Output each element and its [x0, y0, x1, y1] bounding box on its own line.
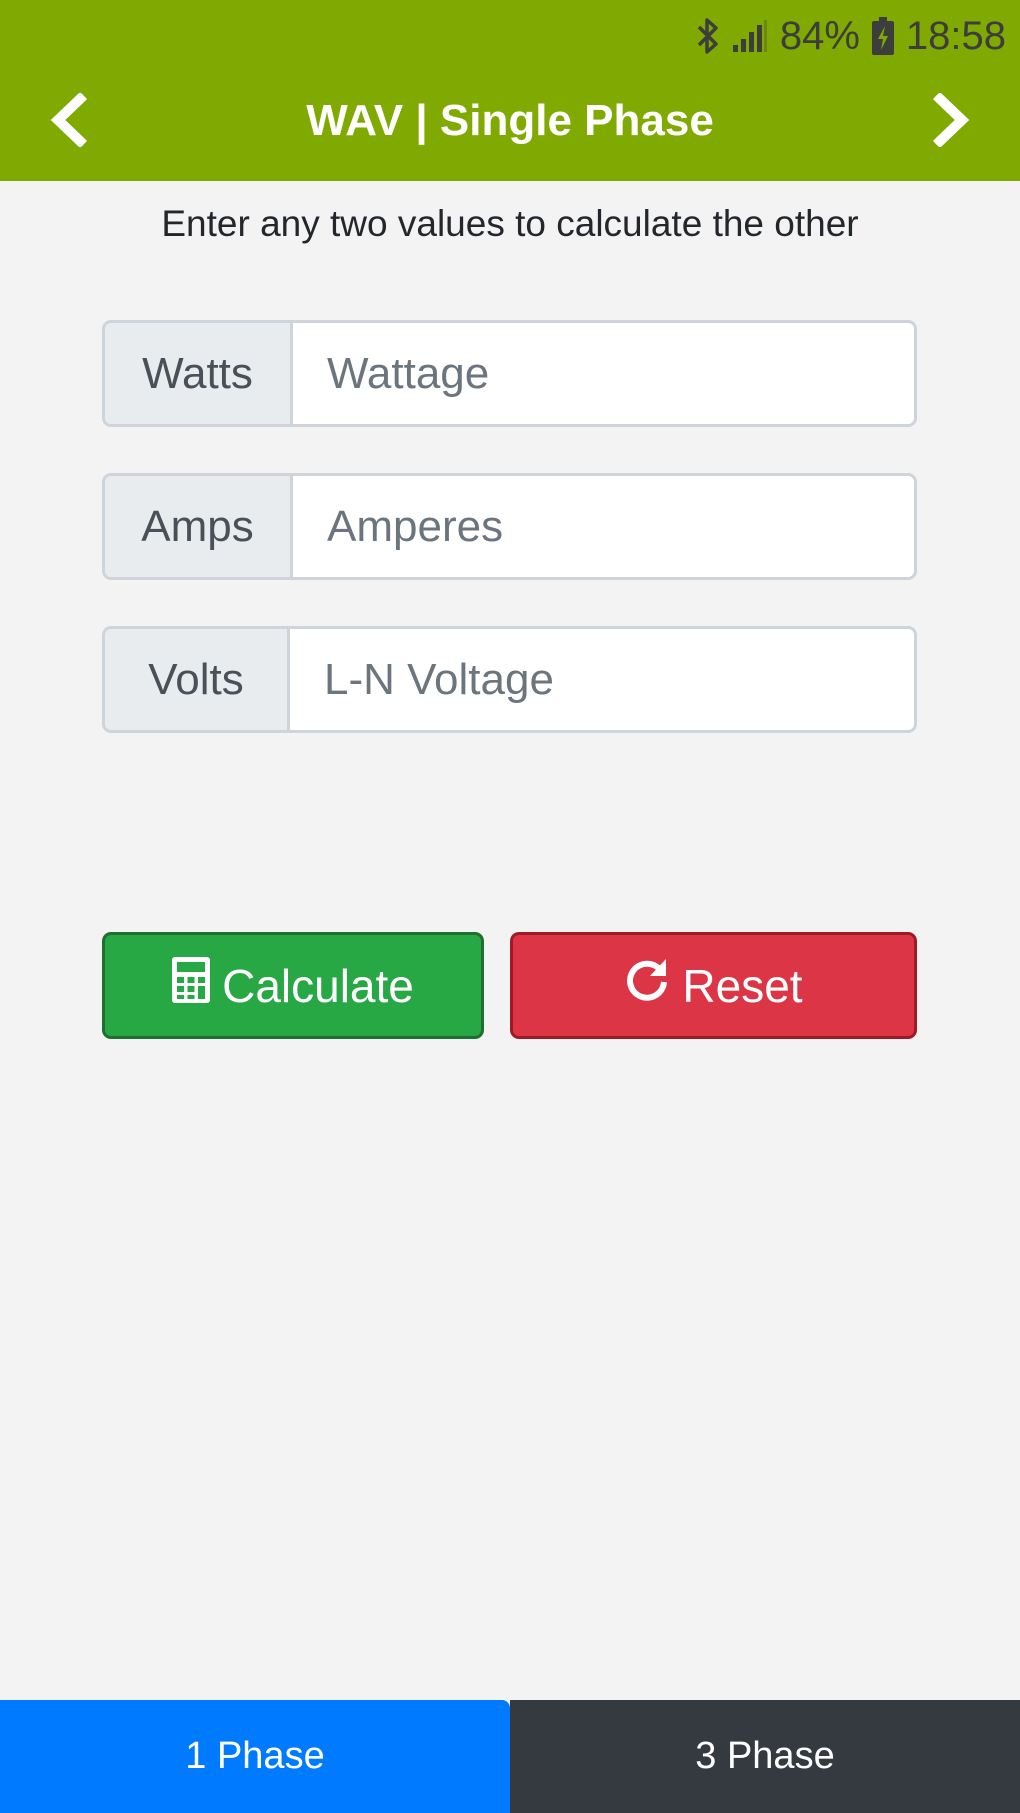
phase-tab-bar: 1 Phase 3 Phase: [0, 1700, 1020, 1813]
page-title: WAV | Single Phase: [306, 96, 714, 145]
amps-input[interactable]: [290, 473, 917, 580]
chevron-right-icon[interactable]: [926, 91, 976, 149]
battery-charging-icon: [871, 17, 894, 55]
tab-1-phase[interactable]: 1 Phase: [0, 1700, 510, 1813]
refresh-icon: [624, 957, 670, 1014]
calculate-label: Calculate: [222, 959, 414, 1012]
watts-input[interactable]: [290, 320, 917, 427]
calculator-icon: [172, 957, 211, 1014]
reset-button[interactable]: Reset: [510, 932, 917, 1039]
amps-label: Amps: [102, 473, 290, 580]
signal-icon: [732, 19, 768, 53]
volts-input-group: Volts: [102, 626, 917, 733]
instruction-text: Enter any two values to calculate the ot…: [161, 203, 859, 244]
watts-label: Watts: [102, 320, 290, 427]
volts-input[interactable]: [287, 626, 917, 733]
bluetooth-icon: [696, 17, 720, 55]
reset-label: Reset: [682, 959, 803, 1012]
volts-label: Volts: [102, 626, 287, 733]
battery-percent: 84%: [779, 13, 860, 58]
watts-input-group: Watts: [102, 320, 917, 427]
tab-3-phase[interactable]: 3 Phase: [510, 1700, 1020, 1813]
status-bar: 84% 18:58: [696, 10, 1006, 62]
amps-input-group: Amps: [102, 473, 917, 580]
clock: 18:58: [905, 13, 1006, 58]
calculate-button[interactable]: Calculate: [102, 932, 484, 1039]
app-header: 84% 18:58 WAV | Single Phase: [0, 0, 1020, 181]
